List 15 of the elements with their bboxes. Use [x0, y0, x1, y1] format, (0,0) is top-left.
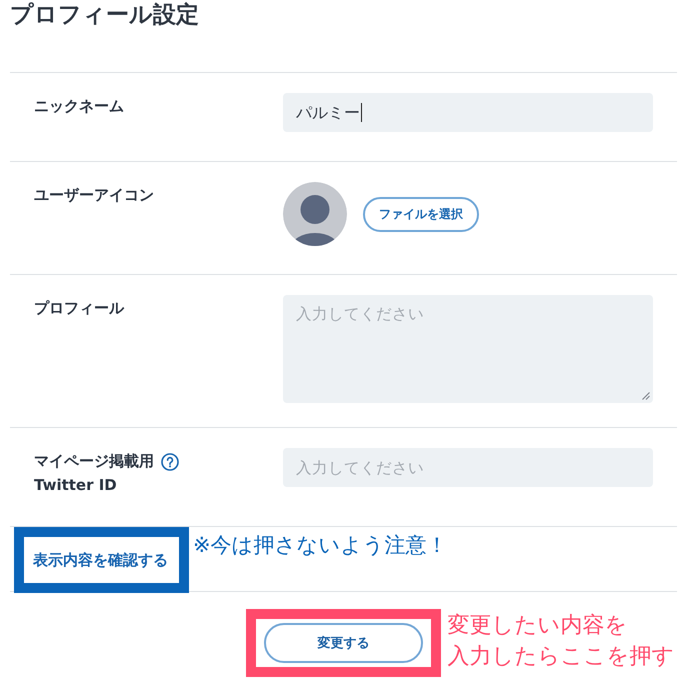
field-label: ユーザーアイコン	[34, 186, 154, 204]
help-icon[interactable]	[161, 452, 179, 471]
field-label: マイページ掲載用	[34, 452, 154, 470]
field-label: Twitter ID	[34, 476, 117, 494]
resize-grip-icon[interactable]	[642, 392, 650, 400]
preview-link[interactable]: 表示内容を確認する	[33, 550, 168, 570]
user-silhouette-icon	[283, 182, 347, 246]
submit-button[interactable]: 変更する	[264, 623, 423, 664]
input-field[interactable]: パルミー	[283, 93, 653, 132]
field-label: ニックネーム	[34, 97, 124, 116]
annotation-note: ※今は押さないよう注意！	[193, 532, 448, 560]
page-title: プロフィール設定	[10, 1, 199, 30]
field-label: プロフィール	[34, 299, 124, 318]
choose-file-button[interactable]: ファイルを選択	[363, 196, 479, 232]
annotation-note: 変更したい内容を 入力したらここを押す	[448, 612, 674, 672]
